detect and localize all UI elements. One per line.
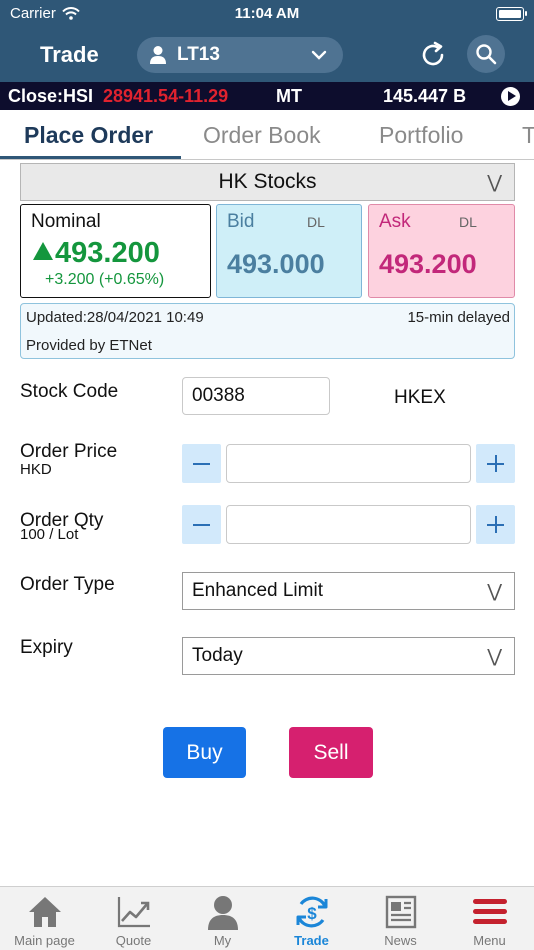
bottom-tab-bar: Main page Quote My $ Trade News Menu [0, 886, 534, 950]
minus-icon [193, 523, 210, 526]
expiry-value: Today [192, 645, 243, 666]
tabbar-item-my[interactable]: My [178, 887, 267, 950]
user-icon [150, 46, 166, 64]
ticker-market: MT [276, 86, 302, 106]
bid-label: Bid [227, 211, 255, 232]
bid-price: 493.000 [227, 249, 325, 279]
search-icon [476, 44, 497, 65]
ask-label: Ask [379, 211, 411, 232]
tabbar-label: Menu [473, 933, 506, 948]
refresh-button[interactable] [414, 37, 452, 73]
stock-code-label: Stock Code [20, 381, 119, 402]
svg-text:$: $ [307, 904, 317, 923]
ask-dl-tag: DL [459, 214, 477, 230]
updated-time: Updated:28/04/2021 10:49 [26, 309, 204, 326]
tabbar-item-quote[interactable]: Quote [89, 887, 178, 950]
ask-price-box[interactable]: Ask DL 493.200 [368, 204, 515, 298]
provider-note: Provided by ETNet [26, 337, 152, 354]
order-qty-lot: 100 / Lot [20, 526, 79, 543]
account-label: LT13 [177, 44, 220, 65]
tabbar-item-main-page[interactable]: Main page [0, 887, 89, 950]
header: Carrier 11:04 AM Trade LT13 [0, 0, 534, 82]
ticker-label: Close:HSI [8, 86, 94, 106]
tab-order-book[interactable]: Order Book [203, 122, 321, 149]
stock-code-value: 00388 [192, 385, 245, 406]
ask-price: 493.200 [379, 249, 477, 279]
order-price-label: Order Price [20, 441, 118, 462]
tabbar-item-news[interactable]: News [356, 887, 445, 950]
tabbar-label: News [384, 933, 417, 948]
search-button[interactable] [467, 35, 505, 73]
price-minus-button[interactable] [182, 444, 221, 483]
minus-icon [193, 462, 210, 465]
tabbar-item-menu[interactable]: Menu [445, 887, 534, 950]
tabbar-label: Main page [14, 933, 75, 948]
exchange-label: HKEX [394, 387, 446, 408]
buy-button[interactable]: Buy [163, 727, 246, 778]
market-select[interactable]: HK Stocks ⋁ [20, 163, 515, 201]
nominal-label: Nominal [31, 211, 101, 232]
page-title: Trade [40, 42, 99, 67]
active-tab-indicator [0, 156, 181, 159]
trade-screen: Carrier 11:04 AM Trade LT13 Close:HSI 28… [0, 0, 534, 950]
expiry-select[interactable]: Today ⋁ [182, 637, 515, 675]
ticker-turnover: 145.447 B [383, 86, 467, 106]
refresh-icon [422, 41, 444, 66]
clock: 11:04 AM [234, 5, 300, 22]
market-select-value: HK Stocks [218, 170, 317, 193]
sell-button[interactable]: Sell [289, 727, 373, 778]
tab-portfolio[interactable]: Portfolio [379, 122, 463, 149]
tabbar-item-trade[interactable]: $ Trade [267, 887, 356, 950]
delay-note: 15-min delayed [407, 309, 510, 326]
play-icon[interactable] [501, 87, 520, 106]
quote-info-box: Updated:28/04/2021 10:49 15-min delayed … [20, 303, 515, 359]
up-arrow-icon [33, 242, 53, 260]
qty-plus-button[interactable] [476, 505, 515, 544]
bid-price-box[interactable]: Bid DL 493.000 [216, 204, 362, 298]
menu-icon [472, 899, 507, 924]
expiry-label: Expiry [20, 637, 73, 658]
tabbar-label: Quote [115, 933, 152, 948]
chevron-down-icon: ⋁ [487, 172, 502, 192]
qty-minus-button[interactable] [182, 505, 221, 544]
order-type-value: Enhanced Limit [192, 580, 323, 601]
chevron-down-icon [311, 50, 327, 60]
trade-icon: $ [296, 896, 327, 928]
order-price-input[interactable] [226, 444, 471, 483]
nominal-price: 493.200 [55, 237, 160, 269]
nominal-price-box: Nominal 493.200 +3.200 (+0.65%) [20, 204, 211, 298]
nominal-change: +3.200 (+0.65%) [45, 271, 165, 288]
ticker-value: 28941.54-11.29 [103, 86, 229, 106]
order-tabs: Place Order Order Book Portfolio T [0, 110, 534, 160]
tab-place-order[interactable]: Place Order [24, 122, 153, 149]
price-plus-button[interactable] [476, 444, 515, 483]
tabbar-label: My [213, 933, 232, 948]
stock-code-input[interactable]: 00388 [182, 377, 330, 415]
order-qty-input[interactable] [226, 505, 471, 544]
order-type-label: Order Type [20, 574, 115, 595]
tabbar-label: Trade [294, 933, 329, 948]
chart-icon [117, 897, 150, 928]
chevron-down-icon: ⋁ [487, 646, 502, 666]
news-icon [385, 895, 416, 929]
order-type-select[interactable]: Enhanced Limit ⋁ [182, 572, 515, 610]
chevron-down-icon: ⋁ [487, 581, 502, 601]
bid-dl-tag: DL [307, 214, 325, 230]
account-selector[interactable]: LT13 [137, 37, 343, 73]
home-icon [28, 897, 61, 927]
index-ticker[interactable]: Close:HSI 28941.54-11.29 MT 145.447 B [0, 82, 534, 110]
person-icon [207, 896, 238, 930]
tab-more[interactable]: T [522, 122, 534, 149]
battery-icon [496, 7, 527, 21]
status-bar: Carrier 11:04 AM [0, 0, 534, 28]
order-price-currency: HKD [20, 461, 52, 478]
